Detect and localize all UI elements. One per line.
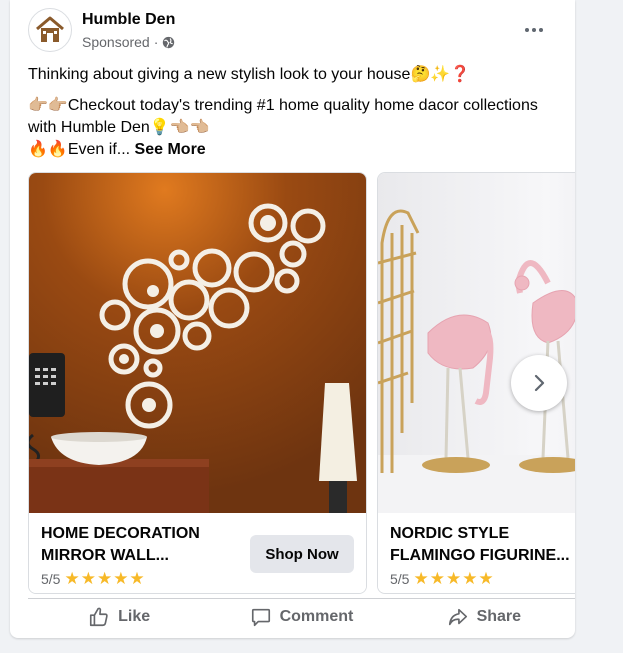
globe-icon [163, 36, 175, 48]
more-dot-icon [532, 28, 536, 32]
thumbs-up-icon [90, 607, 108, 626]
more-dot-icon [539, 28, 543, 32]
share-label: Share [476, 607, 522, 625]
product-rating: 5/5 ★★★★★ [41, 569, 146, 589]
post-text-teaser: 🔥🔥Even if... [28, 141, 131, 158]
comment-button[interactable]: Comment [210, 599, 392, 634]
carousel-item-footer: NORDIC STYLE FLAMINGO FIGURINE... 5/5 ★★… [378, 513, 575, 593]
more-dot-icon [525, 28, 529, 32]
post-text-line: Thinking about giving a new stylish look… [28, 66, 471, 83]
comment-label: Comment [279, 607, 354, 625]
carousel-next-button[interactable] [511, 355, 567, 411]
meta-separator: · [153, 34, 159, 50]
chevron-right-icon [534, 374, 545, 392]
comment-icon [251, 608, 270, 626]
product-title[interactable]: HOME DECORATION MIRROR WALL... [41, 523, 241, 567]
product-title[interactable]: NORDIC STYLE FLAMINGO FIGURINE... [390, 523, 575, 567]
post-text: Thinking about giving a new stylish look… [28, 64, 558, 161]
post-text-line-last: 🔥🔥Even if... See More [28, 139, 558, 161]
mirror-wall-decor-image[interactable] [29, 173, 367, 513]
rating-value: 5/5 [390, 571, 410, 587]
post-text-line: 👉🏼👉🏼Checkout today's trending #1 home qu… [28, 97, 538, 136]
like-button[interactable]: Like [28, 599, 210, 634]
carousel-item-footer: HOME DECORATION MIRROR WALL... 5/5 ★★★★★… [29, 513, 366, 593]
carousel-item[interactable]: HOME DECORATION MIRROR WALL... 5/5 ★★★★★… [28, 172, 367, 594]
shop-now-button[interactable]: Shop Now [250, 535, 354, 573]
post-header: Humble Den Sponsored · [28, 8, 563, 54]
page-avatar[interactable] [28, 8, 72, 52]
flamingo-figurine-image[interactable] [378, 173, 575, 513]
sponsored-post-card: Humble Den Sponsored · Thinking about gi… [10, 0, 575, 638]
star-rating-icon: ★★★★★ [413, 569, 495, 588]
like-label: Like [118, 607, 151, 625]
share-button[interactable]: Share [393, 599, 575, 634]
house-logo-icon [36, 16, 64, 42]
product-rating: 5/5 ★★★★★ [390, 569, 495, 589]
product-carousel: HOME DECORATION MIRROR WALL... 5/5 ★★★★★… [28, 172, 575, 594]
rating-value: 5/5 [41, 571, 61, 587]
more-options-button[interactable] [519, 18, 549, 42]
post-meta: Sponsored · [82, 34, 175, 50]
see-more-link[interactable]: See More [135, 141, 206, 158]
page-name[interactable]: Humble Den [82, 11, 175, 29]
star-rating-icon: ★★★★★ [64, 569, 146, 588]
post-action-bar: Like Comment Share [28, 598, 575, 634]
sponsored-label[interactable]: Sponsored [82, 34, 150, 50]
share-icon [448, 608, 467, 625]
